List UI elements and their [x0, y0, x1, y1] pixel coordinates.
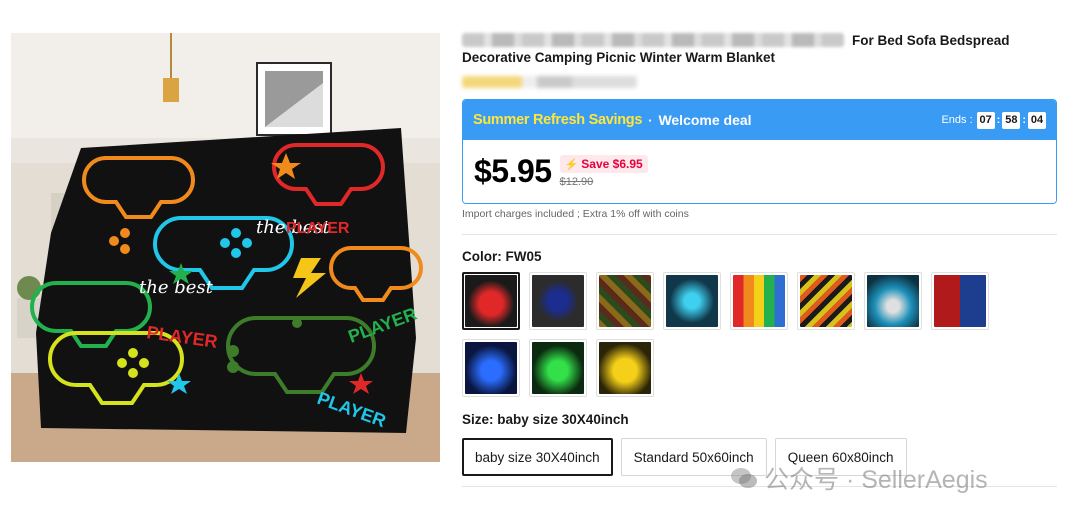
- deal-subtitle: Welcome deal: [658, 112, 752, 128]
- svg-text:PLAYER: PLAYER: [286, 220, 350, 237]
- blurred-title-text: [462, 33, 844, 47]
- timer-minutes: 58: [1002, 111, 1021, 129]
- timer-colon-icon: :: [996, 114, 1001, 126]
- color-label: Color: FW05: [462, 249, 542, 264]
- size-option-baby[interactable]: baby size 30X40inch: [462, 438, 613, 476]
- countdown-timer: Ends : 07 : 58 : 04: [941, 111, 1046, 129]
- color-swatch[interactable]: [797, 272, 855, 330]
- color-swatch[interactable]: [663, 272, 721, 330]
- ends-label: Ends :: [941, 114, 973, 126]
- color-swatch[interactable]: [462, 339, 520, 397]
- color-swatch[interactable]: [596, 272, 654, 330]
- color-swatch[interactable]: [931, 272, 989, 330]
- timer-colon-icon: :: [1022, 114, 1026, 126]
- product-main-image[interactable]: the best PLAYER the best PLAYER PLAYER P…: [11, 33, 440, 462]
- color-swatch[interactable]: [529, 339, 587, 397]
- size-label: Size: baby size 30X40inch: [462, 412, 629, 427]
- product-title: For Bed Sofa Bedspread Decorative Campin…: [462, 32, 1058, 66]
- lightning-icon: ⚡: [564, 158, 579, 171]
- color-swatch[interactable]: [864, 272, 922, 330]
- deal-separator: ·: [648, 112, 653, 128]
- save-text: Save $6.95: [581, 157, 643, 171]
- blurred-rating: [462, 76, 637, 88]
- watermark-text: 公众号 · SellerAegis: [764, 466, 988, 494]
- savings: ⚡ Save $6.95 $12.90: [559, 155, 648, 188]
- color-swatch[interactable]: [730, 272, 788, 330]
- deal-box: Summer Refresh Savings · Welcome deal En…: [462, 99, 1057, 204]
- original-price: $12.90: [559, 176, 594, 188]
- product-info: For Bed Sofa Bedspread Decorative Campin…: [462, 32, 1062, 487]
- deal-name: Summer Refresh Savings: [473, 112, 643, 128]
- watermark: 公众号 · SellerAegis: [730, 460, 988, 496]
- deal-header: Summer Refresh Savings · Welcome deal En…: [463, 100, 1056, 140]
- current-price: $5.95: [474, 153, 552, 189]
- import-charges-note: Import charges included ; Extra 1% off w…: [462, 208, 689, 220]
- color-swatch[interactable]: [529, 272, 587, 330]
- timer-seconds: 04: [1028, 111, 1046, 129]
- deal-body: $5.95 ⚡ Save $6.95 $12.90: [463, 140, 1056, 203]
- save-badge: ⚡ Save $6.95: [559, 155, 648, 173]
- divider: [462, 234, 1057, 235]
- color-swatch[interactable]: [596, 339, 654, 397]
- wechat-icon: [731, 468, 757, 488]
- timer-hours: 07: [976, 111, 995, 129]
- color-swatches: [462, 272, 1062, 406]
- color-swatch[interactable]: [462, 272, 520, 330]
